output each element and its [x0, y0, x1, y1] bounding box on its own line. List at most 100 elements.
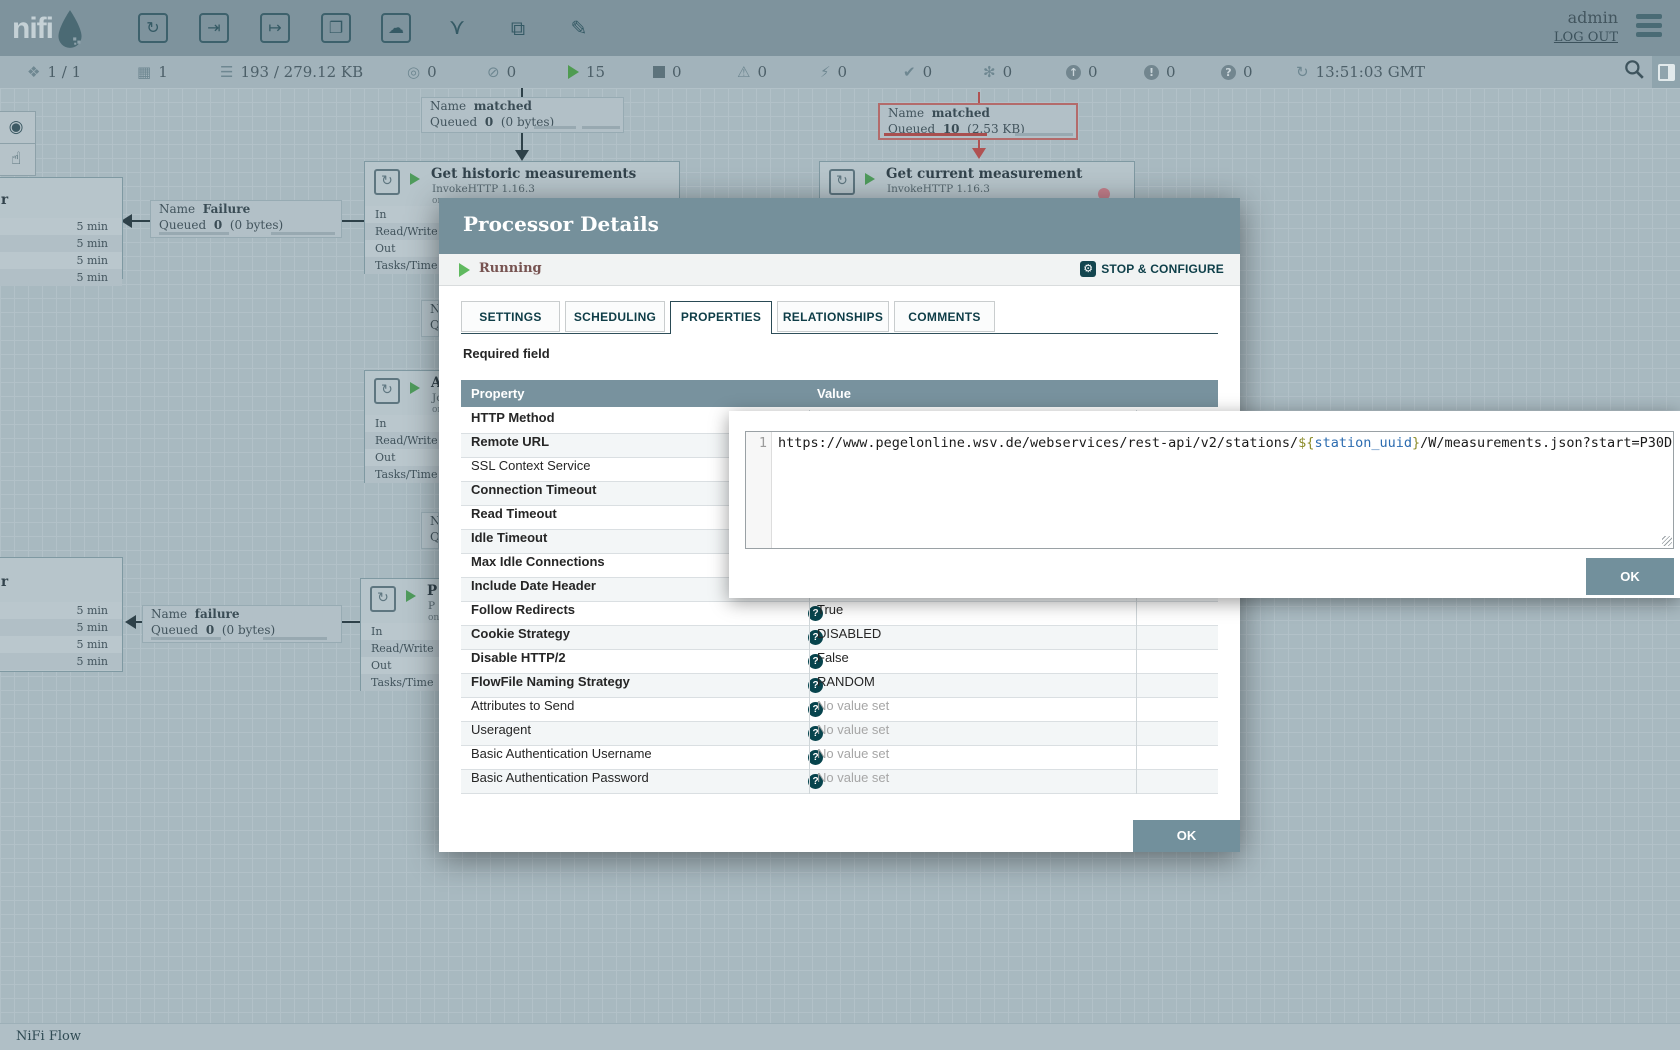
logout-link[interactable]: LOG OUT	[1554, 30, 1618, 45]
drag-process-group-button[interactable]: ❐	[321, 13, 351, 43]
stat-value: 5 min	[0, 252, 122, 269]
property-name: Cookie Strategy	[471, 626, 570, 641]
table-row[interactable]: Basic Authentication Password ? No value…	[461, 770, 1218, 794]
property-name: Basic Authentication Username	[471, 746, 652, 761]
table-row[interactable]: Useragent ? No value set	[461, 722, 1218, 746]
connection-label-matched[interactable]: Name matched Queued 0 (0 bytes)	[421, 97, 624, 133]
hand-icon: ☝	[11, 149, 21, 169]
operate-palette-button[interactable]: ☝	[0, 143, 36, 176]
processor-partial-upper-left[interactable]: r 5 min 5 min 5 min 5 min	[0, 177, 123, 279]
running-icon	[568, 65, 579, 79]
property-value-empty: No value set	[817, 722, 889, 737]
drag-template-button[interactable]: ⧉	[503, 13, 533, 43]
connection-label-matched-highlighted[interactable]: Name matched Queued 10 (2.53 KB)	[878, 103, 1078, 140]
processor-title: Get historic measurements	[431, 166, 636, 182]
status-sync-failure: ? 0	[1221, 56, 1253, 88]
drag-input-port-button[interactable]: ⇥	[199, 13, 229, 43]
editor-ok-button[interactable]: OK	[1586, 558, 1674, 595]
processor-icon: ↻	[374, 378, 400, 404]
connection-arrow-icon	[972, 148, 986, 159]
property-name: Include Date Header	[471, 578, 596, 593]
up-arrow-circle-icon: ↑	[1066, 65, 1081, 80]
remote-process-group-icon: ☁	[388, 18, 404, 37]
required-field-note: Required field	[463, 346, 550, 361]
status-cluster-nodes: ▦ 1	[137, 56, 168, 88]
not-transmitting-icon: ⊘	[487, 63, 500, 81]
asterisk-icon: ✻	[983, 63, 996, 81]
gear-icon: ⚙	[1080, 261, 1096, 277]
connection-label-clipped-lower[interactable]: Na Qu	[421, 512, 439, 549]
settings-panel-button[interactable]	[1652, 56, 1680, 88]
stat-value: 5 min	[0, 619, 122, 636]
dialog-ok-button[interactable]: OK	[1133, 820, 1240, 852]
input-port-icon: ⇥	[207, 18, 220, 37]
url-text: /W/measurements.json?start=P30D	[1420, 435, 1672, 451]
stop-and-configure-button[interactable]: ⚙ STOP & CONFIGURE	[1080, 261, 1224, 277]
property-name: Remote URL	[471, 434, 549, 449]
property-value-empty: No value set	[817, 698, 889, 713]
drag-funnel-button[interactable]: ⋎	[442, 13, 472, 43]
drag-label-button[interactable]: ✎	[564, 13, 594, 43]
tab-relationships[interactable]: RELATIONSHIPS	[777, 301, 889, 332]
breadcrumb[interactable]: NiFi Flow	[16, 1029, 81, 1044]
funnel-icon: ⋎	[449, 15, 465, 40]
global-menu-button[interactable]	[1636, 14, 1662, 41]
code-editor[interactable]: 1 https://www.pegelonline.wsv.de/webserv…	[745, 431, 1674, 549]
property-value: RANDOM	[817, 674, 875, 689]
refresh-icon[interactable]: ↻	[1296, 63, 1309, 81]
table-row[interactable]: Disable HTTP/2 ? False	[461, 650, 1218, 674]
queue-percent-bar	[1015, 133, 1073, 136]
property-name: Read Timeout	[471, 506, 557, 521]
property-name: Max Idle Connections	[471, 554, 605, 569]
resize-handle[interactable]	[1662, 536, 1672, 546]
column-property: Property	[471, 386, 524, 401]
connection-arrow-icon	[125, 615, 136, 629]
tab-settings[interactable]: SETTINGS	[461, 301, 560, 332]
property-value: False	[817, 650, 849, 665]
connection-label-failure[interactable]: Name Failure Queued 0 (0 bytes)	[150, 200, 342, 238]
dialog-status-strip: Running ⚙ STOP & CONFIGURE	[439, 254, 1240, 286]
property-name: Connection Timeout	[471, 482, 596, 497]
code-line[interactable]: https://www.pegelonline.wsv.de/webservic…	[772, 432, 1673, 548]
queue-percent-bar	[151, 637, 221, 640]
connection-label-clipped-upper[interactable]: Na Qu	[421, 300, 439, 337]
status-stopped: 0	[653, 56, 682, 88]
dialog-header: Processor Details	[439, 198, 1240, 254]
nifi-application: ◉ ☝ r 5 min 5 min 5 min 5 min r	[0, 0, 1680, 1050]
status-up-to-date: ✔ 0	[903, 56, 932, 88]
queue-percent-bar	[263, 637, 327, 640]
table-row[interactable]: Follow Redirects ? True	[461, 602, 1218, 626]
processor-icon: ↻	[370, 586, 396, 612]
connection-queued-row: Queued 0 (0 bytes)	[143, 622, 341, 638]
table-row[interactable]: Cookie Strategy ? DISABLED	[461, 626, 1218, 650]
search-button[interactable]	[1623, 58, 1645, 80]
stat-value: 5 min	[0, 653, 122, 670]
running-icon	[459, 263, 470, 277]
drag-processor-button[interactable]: ↻	[138, 13, 168, 43]
tab-properties[interactable]: PROPERTIES	[670, 301, 772, 334]
table-row[interactable]: Basic Authentication Username ? No value…	[461, 746, 1218, 770]
stat-value: 5 min	[0, 269, 122, 286]
navigate-palette-button[interactable]: ◉	[0, 111, 36, 144]
status-bar: ❖ 1 / 1 ▦ 1 ☰ 193 / 279.12 KB ◎ 0 ⊘ 0 15…	[0, 56, 1680, 88]
table-row[interactable]: Attributes to Send ? No value set	[461, 698, 1218, 722]
tab-scheduling[interactable]: SCHEDULING	[565, 301, 665, 332]
processor-partial-lower-left[interactable]: r 5 min 5 min 5 min 5 min	[0, 557, 123, 672]
tab-comments[interactable]: COMMENTS	[894, 301, 995, 332]
drag-remote-process-group-button[interactable]: ☁	[381, 13, 411, 43]
nifi-drop-icon	[53, 8, 87, 50]
status-running: 15	[568, 56, 605, 88]
property-name: HTTP Method	[471, 410, 555, 425]
output-port-icon: ↦	[268, 18, 281, 37]
connection-label-failure-lower[interactable]: Name failure Queued 0 (0 bytes)	[142, 605, 342, 643]
drag-output-port-button[interactable]: ↦	[260, 13, 290, 43]
table-row[interactable]: FlowFile Naming Strategy ? RANDOM	[461, 674, 1218, 698]
label-icon: ✎	[571, 16, 588, 40]
dialog-title: Processor Details	[463, 212, 659, 236]
connection-name-row: Name matched	[880, 105, 1076, 121]
status-last-refresh: ↻ 13:51:03 GMT	[1296, 56, 1425, 88]
template-icon: ⧉	[511, 16, 525, 40]
queue-percent-bar	[159, 232, 229, 235]
status-not-transmitting: ⊘ 0	[487, 56, 516, 88]
breadcrumb-bar: NiFi Flow	[0, 1023, 1680, 1050]
